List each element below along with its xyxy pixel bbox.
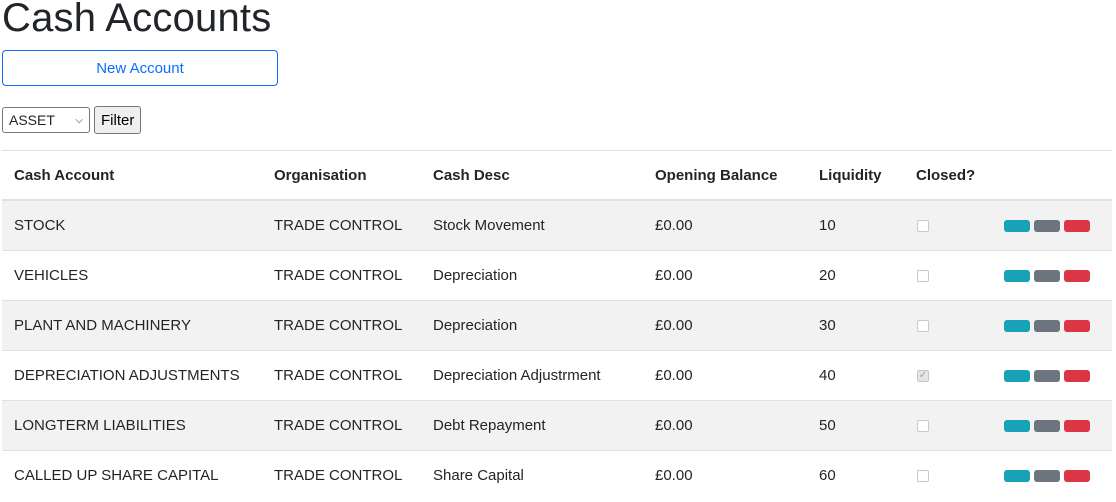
opening-balance-cell: £0.00	[655, 317, 693, 334]
opening-balance-cell: £0.00	[655, 367, 693, 384]
cash-desc-cell: Stock Movement	[433, 217, 545, 234]
table-row: PLANT AND MACHINERY TRADE CONTROL Deprecia…	[2, 300, 1112, 350]
edit-button[interactable]	[1034, 269, 1060, 282]
liquidity-cell: 20	[819, 267, 836, 284]
liquidity-cell: 30	[819, 317, 836, 334]
delete-button[interactable]	[1064, 419, 1090, 432]
table-row: VEHICLES TRADE CONTROL Depreciation £0.00 20	[2, 250, 1112, 300]
view-button[interactable]	[1004, 369, 1030, 382]
closed-checkbox: ✓	[917, 369, 929, 382]
cash-desc-cell: Depreciation	[433, 267, 518, 284]
account-type-select-value: ASSET	[9, 112, 55, 128]
cash-account-cell: CALLED UP SHARE CAPITAL	[14, 467, 219, 484]
organisation-cell: TRADE CONTROL	[274, 367, 403, 384]
chevron-down-icon: ⌵	[75, 114, 83, 126]
view-button[interactable]	[1004, 469, 1030, 482]
cash-account-cell: LONGTERM LIABILITIES	[14, 417, 186, 434]
closed-cell	[917, 251, 929, 300]
row-actions	[1004, 269, 1090, 282]
closed-checkbox	[917, 269, 929, 282]
closed-cell	[917, 201, 929, 250]
closed-cell	[917, 451, 929, 500]
cash-account-cell: PLANT AND MACHINERY	[14, 317, 191, 334]
cash-accounts-table: Cash Account Organisation Cash Desc Open…	[2, 150, 1112, 500]
organisation-cell: TRADE CONTROL	[274, 267, 403, 284]
page-title: Cash Accounts	[2, 0, 272, 40]
liquidity-cell: 60	[819, 467, 836, 484]
closed-checkbox	[917, 419, 929, 432]
cash-desc-cell: Depreciation	[433, 317, 518, 334]
header-closed: Closed?	[916, 166, 976, 184]
filter-button[interactable]: Filter	[94, 106, 142, 134]
header-cash-desc: Cash Desc	[433, 166, 510, 184]
row-actions	[1004, 419, 1090, 432]
opening-balance-cell: £0.00	[655, 267, 693, 284]
header-liquidity: Liquidity	[819, 166, 882, 184]
closed-cell	[917, 401, 929, 450]
closed-cell: ✓	[917, 351, 929, 400]
closed-checkbox	[917, 219, 929, 232]
row-actions	[1004, 369, 1090, 382]
view-button[interactable]	[1004, 319, 1030, 332]
liquidity-cell: 10	[819, 217, 836, 234]
cash-desc-cell: Depreciation Adjustrment	[433, 367, 601, 384]
organisation-cell: TRADE CONTROL	[274, 467, 403, 484]
edit-button[interactable]	[1034, 219, 1060, 232]
liquidity-cell: 50	[819, 417, 836, 434]
closed-checkbox	[917, 319, 929, 332]
opening-balance-cell: £0.00	[655, 217, 693, 234]
edit-button[interactable]	[1034, 419, 1060, 432]
cash-account-cell: DEPRECIATION ADJUSTMENTS	[14, 367, 240, 384]
cash-account-cell: VEHICLES	[14, 267, 89, 284]
header-cash-account: Cash Account	[14, 166, 115, 184]
edit-button[interactable]	[1034, 469, 1060, 482]
account-type-select[interactable]: ASSET ⌵	[2, 107, 90, 133]
row-actions	[1004, 219, 1090, 232]
organisation-cell: TRADE CONTROL	[274, 217, 403, 234]
row-actions	[1004, 469, 1090, 482]
view-button[interactable]	[1004, 269, 1030, 282]
organisation-cell: TRADE CONTROL	[274, 417, 403, 434]
new-account-button[interactable]: New Account	[2, 50, 278, 86]
filter-bar: ASSET ⌵ Filter	[2, 106, 142, 134]
delete-button[interactable]	[1064, 269, 1090, 282]
closed-cell	[917, 301, 929, 350]
cash-desc-cell: Debt Repayment	[433, 417, 546, 434]
edit-button[interactable]	[1034, 319, 1060, 332]
check-icon: ✓	[918, 370, 928, 381]
cash-account-cell: STOCK	[14, 217, 66, 234]
delete-button[interactable]	[1064, 369, 1090, 382]
view-button[interactable]	[1004, 419, 1030, 432]
opening-balance-cell: £0.00	[655, 417, 693, 434]
table-row: CALLED UP SHARE CAPITAL TRADE CONTROL Shar…	[2, 450, 1112, 500]
organisation-cell: TRADE CONTROL	[274, 317, 403, 334]
row-actions	[1004, 319, 1090, 332]
table-header-row: Cash Account Organisation Cash Desc Open…	[2, 150, 1112, 200]
delete-button[interactable]	[1064, 219, 1090, 232]
delete-button[interactable]	[1064, 319, 1090, 332]
table-row: LONGTERM LIABILITIES TRADE CONTROL Debt Re…	[2, 400, 1112, 450]
delete-button[interactable]	[1064, 469, 1090, 482]
edit-button[interactable]	[1034, 369, 1060, 382]
header-opening-balance: Opening Balance	[655, 166, 778, 184]
cash-desc-cell: Share Capital	[433, 467, 524, 484]
liquidity-cell: 40	[819, 367, 836, 384]
opening-balance-cell: £0.00	[655, 467, 693, 484]
closed-checkbox	[917, 469, 929, 482]
table-row: STOCK TRADE CONTROL Stock Movement £0.00 10	[2, 200, 1112, 250]
table-row: DEPRECIATION ADJUSTMENTS TRADE CONTROL Dep…	[2, 350, 1112, 400]
view-button[interactable]	[1004, 219, 1030, 232]
header-organisation: Organisation	[274, 166, 367, 184]
